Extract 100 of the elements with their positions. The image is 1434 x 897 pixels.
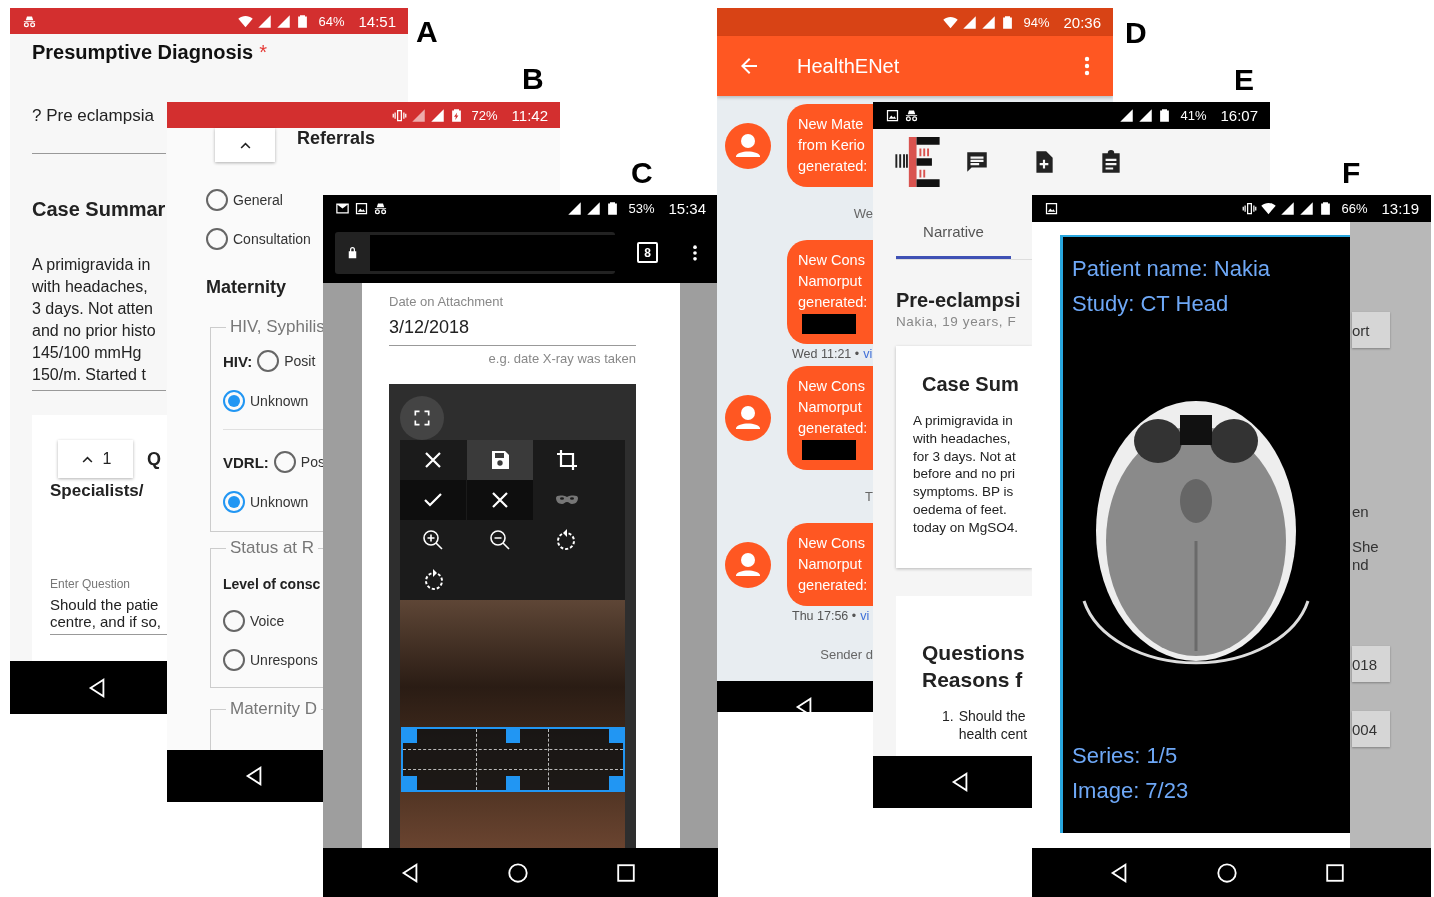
signal-icon bbox=[962, 14, 978, 30]
card-title: Specialists/ bbox=[50, 481, 145, 501]
case-title: Pre-eclampsi bbox=[896, 288, 1021, 312]
radio-label: Unknown bbox=[250, 393, 309, 409]
zoom-in-icon bbox=[421, 528, 445, 552]
home-icon[interactable] bbox=[507, 861, 529, 884]
wifi-icon bbox=[238, 13, 254, 29]
card-title: Questions Reasons f bbox=[922, 640, 1026, 693]
status-time: 20:36 bbox=[1063, 13, 1101, 31]
home-icon[interactable] bbox=[1216, 861, 1238, 884]
battery-percent: 94% bbox=[1023, 14, 1050, 30]
via-link[interactable]: vi bbox=[863, 347, 873, 361]
panel-label: D bbox=[1125, 17, 1147, 49]
radio-button[interactable] bbox=[223, 491, 245, 513]
message-text: New Cons Namorput generated: bbox=[798, 377, 868, 438]
collapse-button[interactable]: 1 bbox=[58, 440, 133, 478]
incognito-icon bbox=[373, 201, 388, 216]
radio-label: General bbox=[233, 192, 283, 208]
message-time: Thu 17:56 • bbox=[792, 609, 857, 623]
group-legend: Maternity D bbox=[226, 697, 321, 721]
logo-icon bbox=[895, 137, 940, 187]
test-label: HIV: bbox=[223, 352, 253, 370]
radio-button[interactable] bbox=[223, 649, 245, 671]
panel-label: E bbox=[1234, 64, 1254, 96]
diagnosis-field[interactable]: ? Pre eclampsia bbox=[32, 104, 166, 154]
dimmed-text: She bbox=[1352, 538, 1379, 556]
via-link[interactable]: vi bbox=[860, 609, 870, 623]
vibrate-icon bbox=[1242, 201, 1258, 216]
radio-button[interactable] bbox=[223, 610, 245, 632]
section-title: Referrals bbox=[297, 128, 376, 149]
panel-label: A bbox=[416, 16, 438, 48]
message-time: Wed 11:21 • bbox=[792, 347, 860, 361]
battery-percent: 72% bbox=[471, 107, 498, 123]
mail-icon bbox=[335, 201, 350, 216]
radio-button[interactable] bbox=[257, 350, 280, 372]
recents-icon[interactable] bbox=[615, 861, 637, 884]
radio-button[interactable] bbox=[206, 189, 228, 211]
message-text: New Cons Namorput generated: bbox=[798, 251, 868, 312]
panel-label: F bbox=[1342, 157, 1361, 189]
app-title: HealthENet bbox=[797, 54, 900, 78]
section-title: Maternity bbox=[206, 276, 286, 299]
status-time: 16:07 bbox=[1220, 107, 1258, 124]
field-label: Enter Question bbox=[50, 577, 132, 591]
list-number: 1. bbox=[942, 707, 954, 726]
date-divider: We bbox=[853, 206, 873, 221]
wifi-icon bbox=[943, 14, 959, 30]
crop-icon bbox=[555, 448, 579, 472]
required-mark: * bbox=[259, 40, 267, 64]
date-field[interactable]: 3/12/2018 bbox=[389, 315, 636, 346]
status-time: 11:42 bbox=[511, 106, 548, 124]
status-time: 15:34 bbox=[668, 200, 706, 217]
question-text: Should the health cent bbox=[958, 707, 1028, 743]
image-icon bbox=[885, 108, 900, 123]
signal-icon bbox=[1280, 201, 1296, 216]
case-summary-text: A primigravida in with headaches, for 3 days. Not at before and no pri symptoms. BP is oedema of feet. today on MgSO4. bbox=[913, 412, 1020, 537]
dimmed-text: en bbox=[1352, 503, 1369, 521]
test-label: VDRL: bbox=[223, 453, 269, 471]
date-divider: Sender d bbox=[820, 647, 873, 662]
radio-button[interactable] bbox=[206, 228, 228, 250]
signal-icon bbox=[1299, 201, 1315, 216]
field-hint: e.g. date X-ray was taken bbox=[487, 351, 636, 367]
tab[interactable]: Narrative bbox=[896, 223, 1011, 259]
question-label: Level of consc bbox=[223, 575, 322, 594]
card-title: Case Sum bbox=[922, 372, 1020, 396]
fullscreen-button[interactable] bbox=[400, 396, 444, 440]
patient-name: Patient name: Nakia bbox=[1072, 255, 1272, 283]
status-time: 13:19 bbox=[1381, 200, 1419, 217]
card-heading: Q bbox=[147, 448, 161, 470]
battery-percent: 64% bbox=[318, 13, 345, 29]
signal-icon bbox=[276, 13, 292, 29]
section-title: Case Summar bbox=[32, 197, 166, 221]
radio-label: Unknown bbox=[250, 494, 309, 510]
radio-button[interactable] bbox=[273, 451, 296, 473]
battery-percent: 53% bbox=[628, 201, 655, 216]
signal-icon bbox=[1138, 108, 1154, 123]
wifi-icon bbox=[1261, 201, 1277, 216]
image-icon bbox=[354, 201, 369, 216]
incognito-icon bbox=[904, 108, 919, 123]
save-button[interactable] bbox=[467, 440, 533, 480]
series-label: Series: 1/5 bbox=[1072, 742, 1179, 770]
image-label: Image: 7/23 bbox=[1072, 777, 1190, 805]
radio-label: Voice bbox=[250, 613, 285, 629]
radio-button[interactable] bbox=[223, 390, 245, 412]
message-text: New Cons Namorput generated: bbox=[798, 534, 868, 595]
crop-box[interactable] bbox=[401, 727, 625, 792]
signal-icon bbox=[567, 201, 583, 216]
signal-icon bbox=[981, 14, 997, 30]
signal-icon bbox=[257, 13, 273, 29]
panel-label: C bbox=[631, 157, 653, 189]
zoom-out-icon bbox=[488, 528, 512, 552]
radio-label: Consultation bbox=[233, 231, 311, 247]
recents-icon[interactable] bbox=[1324, 861, 1346, 884]
vibrate-icon bbox=[391, 107, 407, 123]
group-legend: HIV, Syphilis bbox=[226, 315, 329, 339]
radio-label: Unrespons bbox=[250, 652, 318, 668]
patient-info: Nakia, 19 years, F bbox=[896, 314, 1017, 329]
tab-count-button[interactable]: 8 bbox=[637, 242, 658, 263]
signal-icon bbox=[410, 107, 426, 123]
cancel-button[interactable] bbox=[467, 480, 533, 520]
image-icon bbox=[1044, 201, 1059, 216]
